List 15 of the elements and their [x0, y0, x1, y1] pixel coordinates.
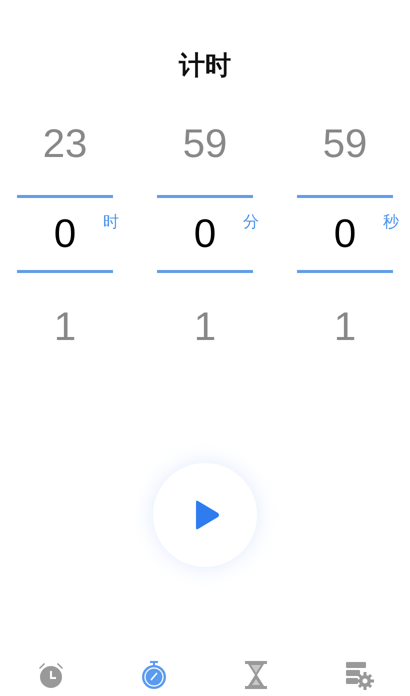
page-title: 计时 [179, 50, 231, 83]
selected-value[interactable]: 0 [194, 210, 216, 258]
unit-label: 秒 [383, 212, 399, 233]
unit-label: 分 [243, 212, 259, 233]
settings-icon [344, 660, 374, 690]
unit-label: 时 [103, 212, 119, 233]
next-value[interactable]: 1 [54, 303, 76, 351]
selected-value[interactable]: 0 [54, 210, 76, 258]
next-value[interactable]: 1 [334, 303, 356, 351]
next-value[interactable]: 1 [194, 303, 216, 351]
previous-value[interactable]: 59 [182, 120, 228, 168]
selected-value[interactable]: 0 [334, 210, 356, 258]
previous-value[interactable]: 23 [42, 120, 88, 168]
previous-value[interactable]: 59 [322, 120, 368, 168]
play-icon [194, 500, 220, 530]
